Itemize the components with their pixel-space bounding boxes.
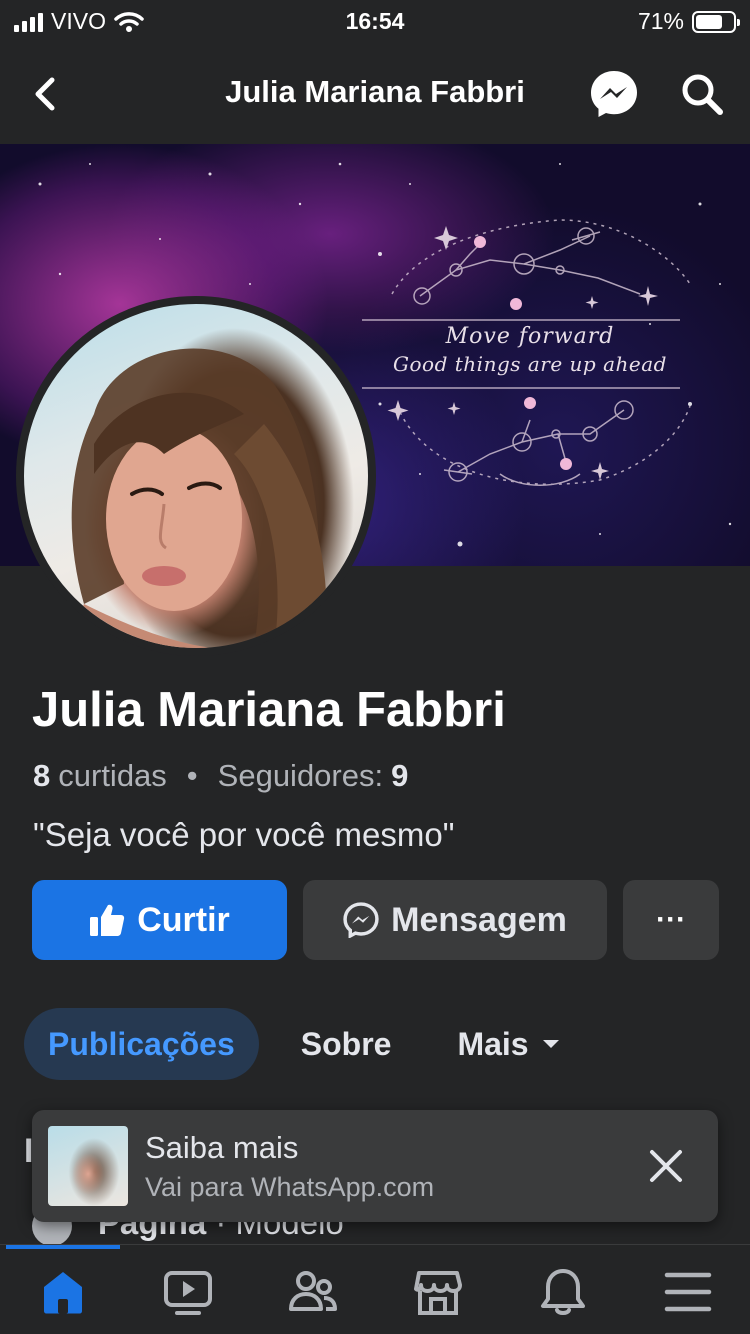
cover-quote-line2: Good things are up ahead [393,352,667,376]
close-icon[interactable] [646,1146,686,1186]
likes-label: curtidas [58,758,167,793]
banner-subtitle: Vai para WhatsApp.com [145,1172,435,1202]
messenger-icon[interactable] [588,68,640,120]
status-bar: VIVO 16:54 71% [0,0,750,44]
message-button-label: Mensagem [391,900,567,939]
profile-picture[interactable] [16,296,376,656]
banner-title: Saiba mais [145,1130,299,1165]
home-icon[interactable] [38,1267,88,1317]
likes-count: 8 [33,758,51,793]
more-options-button[interactable]: ··· [623,880,719,960]
video-icon[interactable] [163,1267,213,1317]
message-button[interactable]: Mensagem [303,880,607,960]
cover-quote-line1: Move forward [445,324,615,349]
tab-sobre[interactable]: Sobre [277,1008,416,1080]
page-stats: 8 curtidas • Seguidores: 9 [33,758,408,794]
tab-mais[interactable]: Mais [433,1008,584,1080]
followers-label: Seguidores: [217,758,384,793]
active-tab-indicator [6,1245,120,1249]
top-nav-bar: Julia Mariana Fabbri [0,44,750,144]
profile-tabs: Publicações Sobre Mais [24,1008,585,1080]
whatsapp-link-banner[interactable]: Saiba mais Vai para WhatsApp.com [32,1110,718,1222]
search-icon[interactable] [678,70,726,118]
page-bio: "Seja você por você mesmo" [33,816,455,853]
thumbs-up-icon [90,904,125,936]
bottom-tab-bar [0,1244,750,1334]
profile-photo-art [64,348,327,648]
messenger-icon [343,902,379,938]
battery-percent: 71% [637,8,684,34]
tab-publicacoes[interactable]: Publicações [24,1008,259,1080]
menu-icon[interactable] [663,1267,713,1317]
tab-mais-label: Mais [457,1025,529,1062]
more-dots-icon: ··· [656,903,686,936]
banner-thumbnail [48,1126,128,1206]
followers-count: 9 [391,758,409,793]
friends-icon[interactable] [288,1267,338,1317]
like-button[interactable]: Curtir [32,880,287,960]
like-button-label: Curtir [137,900,230,939]
marketplace-icon[interactable] [413,1267,463,1317]
stats-separator: • [186,758,198,793]
page-name: Julia Mariana Fabbri [32,683,506,737]
battery-icon [692,10,740,33]
caret-down-icon [542,1040,559,1048]
bell-icon[interactable] [538,1267,588,1317]
